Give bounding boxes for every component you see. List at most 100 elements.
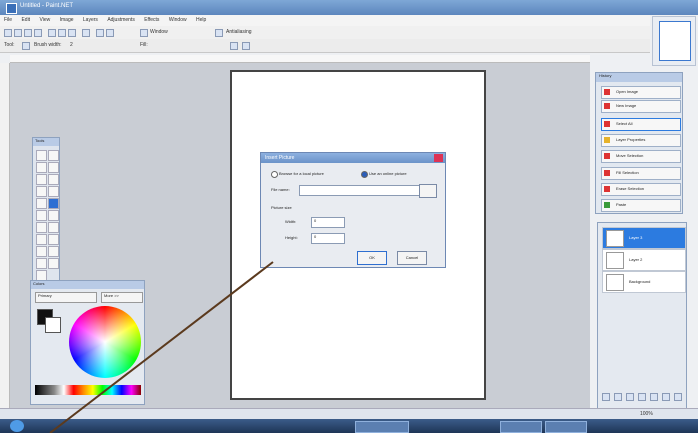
clone-stamp-icon[interactable] (36, 234, 47, 245)
copy-icon[interactable] (58, 29, 66, 37)
cancel-button[interactable]: Cancel (397, 251, 427, 265)
layer-thumbnail (606, 230, 624, 247)
width-input[interactable]: 0 (311, 217, 345, 228)
new-icon[interactable] (4, 29, 12, 37)
duplicate-layer-icon[interactable] (626, 393, 634, 401)
antialias-label[interactable]: Antialiasing (226, 29, 252, 35)
history-step-icon (604, 89, 610, 95)
fill-label[interactable]: Fill: (140, 42, 148, 48)
redo-icon[interactable] (106, 29, 114, 37)
magic-wand-icon[interactable] (36, 186, 47, 197)
browse-folder-icon[interactable] (419, 184, 437, 198)
image-thumbnail[interactable] (659, 21, 691, 61)
menu-edit[interactable]: Edit (17, 15, 34, 25)
history-item[interactable]: Layer Properties (601, 134, 681, 147)
recolor-icon[interactable] (48, 234, 59, 245)
tools-title: Tools (33, 138, 59, 146)
crop-icon[interactable] (82, 29, 90, 37)
menu-effects[interactable]: Effects (140, 15, 163, 25)
menu-adjustments[interactable]: Adjustments (103, 15, 139, 25)
layer-item[interactable]: Background (602, 271, 686, 293)
more-button[interactable]: More >> (101, 292, 143, 303)
file-name-input[interactable] (299, 185, 421, 196)
history-item[interactable]: Open Image (601, 86, 681, 99)
cut-icon[interactable] (48, 29, 56, 37)
window-label[interactable]: Window (150, 29, 168, 35)
ok-button[interactable]: OK (357, 251, 387, 265)
merge-layer-icon[interactable] (638, 393, 646, 401)
zoom-level[interactable]: 100% (640, 411, 653, 417)
start-button[interactable] (10, 420, 24, 432)
text-icon[interactable] (36, 246, 47, 257)
menu-help[interactable]: Help (192, 15, 210, 25)
history-window: History Open Image New Image Select All … (595, 72, 683, 214)
tool-options-bar: Tool: Brush width: 2 Fill: (0, 39, 650, 53)
rectangle-select-icon[interactable] (36, 150, 47, 161)
secondary-color-swatch[interactable] (45, 317, 61, 333)
color-picker-tool-icon[interactable] (48, 222, 59, 233)
line-icon[interactable] (48, 246, 59, 257)
color-wheel[interactable] (69, 306, 141, 378)
menu-view[interactable]: View (35, 15, 54, 25)
close-icon[interactable] (434, 154, 443, 162)
move-selection-icon[interactable] (48, 162, 59, 173)
color-palette[interactable] (35, 385, 141, 395)
blend-mode-icon[interactable] (230, 42, 238, 50)
insert-picture-dialog: Insert Picture Browse for a local pictur… (260, 152, 446, 268)
radio-local-file[interactable] (271, 171, 278, 178)
pencil-icon[interactable] (36, 222, 47, 233)
menu-file[interactable]: File (0, 15, 16, 25)
history-item[interactable]: Paste (601, 199, 681, 212)
window-title: Untitled - Paint.NET (20, 3, 74, 9)
eraser-icon[interactable] (48, 210, 59, 221)
history-step-icon (604, 121, 610, 127)
taskbar-app-button[interactable] (545, 421, 587, 433)
paint-bucket-icon[interactable] (36, 198, 47, 209)
taskbar-app-button[interactable] (500, 421, 542, 433)
alpha-icon[interactable] (242, 42, 250, 50)
paste-icon[interactable] (68, 29, 76, 37)
print-icon[interactable] (34, 29, 42, 37)
menu-layers[interactable]: Layers (79, 15, 102, 25)
history-item[interactable]: Erase Selection (601, 183, 681, 196)
history-step-icon (604, 153, 610, 159)
move-layer-up-icon[interactable] (650, 393, 658, 401)
lasso-icon[interactable] (36, 162, 47, 173)
save-icon[interactable] (24, 29, 32, 37)
radio-online[interactable] (361, 171, 368, 178)
move-layer-down-icon[interactable] (662, 393, 670, 401)
undo-icon[interactable] (96, 29, 104, 37)
menu-image[interactable]: Image (56, 15, 78, 25)
color-picker-icon[interactable] (215, 29, 223, 37)
pan-icon[interactable] (48, 186, 59, 197)
history-item[interactable]: Fill Selection (601, 167, 681, 180)
layer-item[interactable]: Layer 3 (602, 227, 686, 249)
history-item[interactable]: Select All (601, 118, 681, 131)
primary-selector[interactable]: Primary (35, 292, 97, 303)
brush-width-value[interactable]: 2 (70, 42, 73, 48)
open-icon[interactable] (14, 29, 22, 37)
paintbrush-icon[interactable] (36, 210, 47, 221)
picture-size-group-label: Picture size (271, 205, 292, 210)
layer-properties-icon[interactable] (674, 393, 682, 401)
tool-select-icon[interactable] (22, 42, 30, 50)
menu-window[interactable]: Window (165, 15, 191, 25)
history-title: History (596, 73, 682, 82)
history-item[interactable]: New Image (601, 100, 681, 113)
taskbar-app-button[interactable] (355, 421, 409, 433)
layer-item[interactable]: Layer 2 (602, 249, 686, 271)
gradient-icon[interactable] (48, 198, 59, 209)
history-step-icon (604, 170, 610, 176)
move-icon[interactable] (48, 150, 59, 161)
add-layer-icon[interactable] (602, 393, 610, 401)
ellipse-select-icon[interactable] (36, 174, 47, 185)
delete-layer-icon[interactable] (614, 393, 622, 401)
history-item[interactable]: Move Selection (601, 150, 681, 163)
rectangle-icon[interactable] (36, 258, 47, 269)
height-input[interactable]: 0 (311, 233, 345, 244)
image-thumbnail-panel (652, 16, 696, 66)
zoom-icon[interactable] (48, 174, 59, 185)
ellipse-icon[interactable] (48, 258, 59, 269)
dialog-title: Insert Picture (261, 153, 445, 163)
window-icon[interactable] (140, 29, 148, 37)
